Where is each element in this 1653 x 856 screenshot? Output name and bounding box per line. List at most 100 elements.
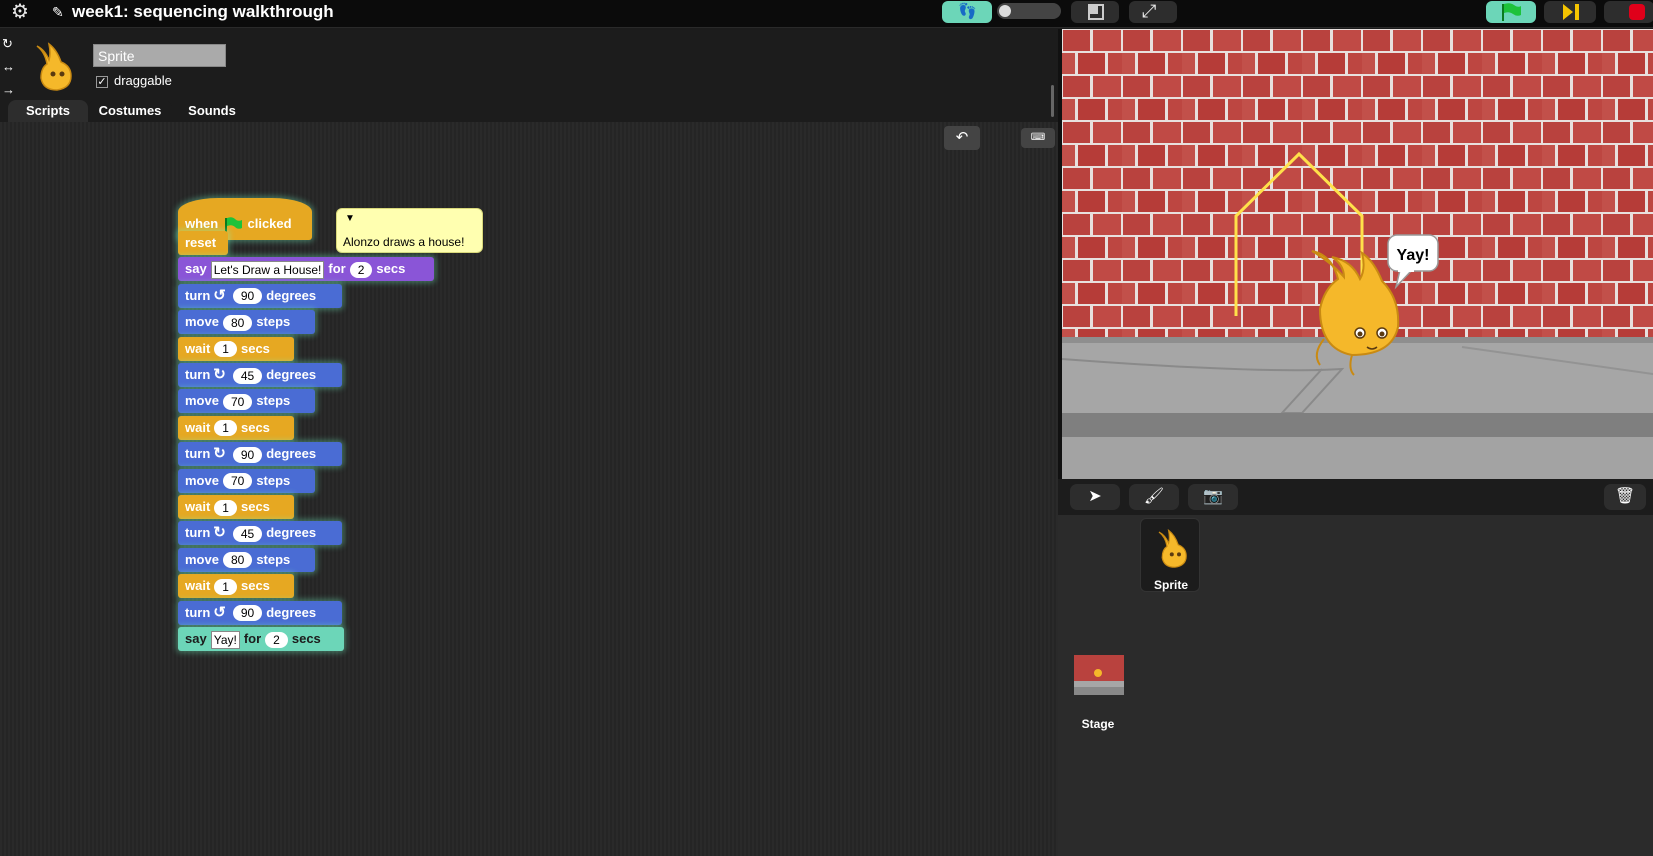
rotate-lr-icon[interactable]: ↔ [2,59,16,74]
stage-size-icon-inner [1090,6,1098,14]
script-area[interactable]: ↶ ⌨ when clicked ▼ Alonzo draws a house!… [0,122,1058,856]
number-slot[interactable]: 45 [232,525,263,542]
rotate-none-icon[interactable]: → [2,82,16,97]
speed-slider[interactable] [997,3,1061,19]
project-title: week1: sequencing walkthrough [72,2,334,21]
pause-button[interactable] [1544,1,1596,23]
number-slot[interactable]: 2 [349,261,373,278]
script-block[interactable]: wait 1 secs [178,415,294,440]
fullscreen-icon: ⤢ [1142,1,1157,21]
trash-button[interactable]: 🗑 [1604,484,1646,510]
sprite-thumbnail-icon [1158,528,1187,568]
rotate-ccw-icon: ↺ [213,286,226,304]
number-slot[interactable]: 90 [232,288,263,305]
script-block[interactable]: wait 1 secs [178,336,294,361]
block-label: move [185,393,219,409]
script-block[interactable]: move 80 steps [178,547,315,572]
number-slot[interactable]: 70 [222,393,253,410]
script-block[interactable]: turn ↺ 90 degrees [178,600,342,625]
tab-scripts[interactable]: Scripts [8,100,88,122]
footprints-icon: 👣 [958,3,977,20]
text-slot[interactable]: Yay! [210,630,240,649]
block-label: wait [185,419,211,435]
turtle-icon: ➤ [1088,488,1102,505]
fullscreen-button[interactable]: ⤢ [1129,1,1177,23]
new-turtle-sprite-button[interactable]: ➤ [1070,484,1120,510]
script-block[interactable]: move 80 steps [178,310,315,335]
block-label: secs [240,499,270,514]
block-label: secs [376,261,406,277]
stage-thumbnail-icon [1074,655,1124,695]
block-label: degrees [266,446,317,462]
number-slot[interactable]: 1 [214,578,237,595]
sprite-name-field[interactable]: Sprite [93,44,226,67]
block-label: steps [256,551,291,567]
block-label: for [243,631,262,646]
number-slot[interactable]: 2 [265,631,288,648]
block-label: say [185,631,207,646]
number-slot[interactable]: 1 [214,341,237,358]
number-slot[interactable]: 90 [232,605,263,622]
script-block[interactable]: say Let's Draw a House! for 2 secs [178,257,434,282]
rotate-cw-icon: ↻ [213,366,226,383]
camera-icon: 📷 [1203,488,1223,505]
text-slot[interactable]: Let's Draw a House! [210,260,325,279]
draggable-checkbox[interactable]: ✓ draggable [96,73,172,88]
pencil-icon: ✎ [52,4,64,20]
corral-sprite-icon[interactable]: Sprite [1140,518,1200,592]
block-label: secs [240,419,270,435]
script-block[interactable]: reset [178,231,228,255]
block-label: degrees [266,525,317,541]
camera-sprite-button[interactable]: 📷 [1188,484,1238,510]
block-label: secs [240,340,270,356]
number-slot[interactable]: 45 [232,367,263,384]
green-flag-button[interactable] [1486,1,1536,23]
script-block[interactable]: turn ↺ 90 degrees [178,283,342,308]
draggable-label: draggable [114,73,172,88]
number-slot[interactable]: 1 [214,499,237,516]
keyboard-button[interactable]: ⌨ [1021,128,1055,148]
block-label: say [185,261,207,277]
block-label: degrees [266,367,317,382]
number-slot[interactable]: 90 [232,446,263,463]
keyboard-icon: ⌨ [1030,132,1046,143]
stage-size-button[interactable] [1071,1,1119,23]
script-block[interactable]: wait 1 secs [178,495,294,519]
script-block[interactable]: turn ↻ 45 degrees [178,521,342,546]
trash-icon: 🗑 [1614,488,1636,505]
number-slot[interactable]: 80 [222,552,253,569]
stop-button[interactable] [1604,1,1653,23]
hat-when-label: when [185,216,219,231]
number-slot[interactable]: 1 [214,420,237,437]
checkbox-icon[interactable]: ✓ [96,76,108,88]
block-label: secs [240,578,270,594]
stage[interactable]: Yay! [1062,29,1653,479]
script-block[interactable]: turn ↻ 90 degrees [178,442,342,467]
tab-costumes[interactable]: Costumes [88,100,172,122]
slider-knob[interactable] [999,5,1011,17]
script-block[interactable]: move 70 steps [178,468,315,493]
script-block[interactable]: wait 1 secs [178,574,294,599]
block-label: steps [256,472,291,488]
script-block[interactable]: say Yay! for 2 secs [178,627,344,651]
collapse-triangle-icon[interactable]: ▼ [345,213,355,224]
comment-note[interactable]: ▼ Alonzo draws a house! [336,208,483,253]
number-slot[interactable]: 80 [222,314,253,331]
gear-icon[interactable]: ⚙ [9,1,31,23]
speech-bubble-text: Yay! [1396,247,1430,264]
rotate-cw-icon: ↻ [213,524,226,542]
comment-text: Alonzo draws a house! [343,235,465,249]
paint-new-sprite-button[interactable]: 🖌 [1129,484,1179,510]
corral-sprite-label: Sprite [1153,578,1188,592]
stop-icon [1629,4,1645,20]
sprite-thumbnail [36,42,72,91]
script-block[interactable]: move 70 steps [178,389,315,414]
script-block[interactable]: turn ↻ 45 degrees [178,363,342,387]
corral-stage-icon[interactable]: Stage [1074,655,1124,731]
tab-sounds[interactable]: Sounds [172,100,252,122]
number-slot[interactable]: 70 [222,473,253,490]
block-label: move [185,472,219,488]
footprints-button[interactable]: 👣 [942,1,992,23]
rotate-any-icon[interactable]: ↻ [2,36,16,52]
undo-button[interactable]: ↶ [944,126,980,150]
